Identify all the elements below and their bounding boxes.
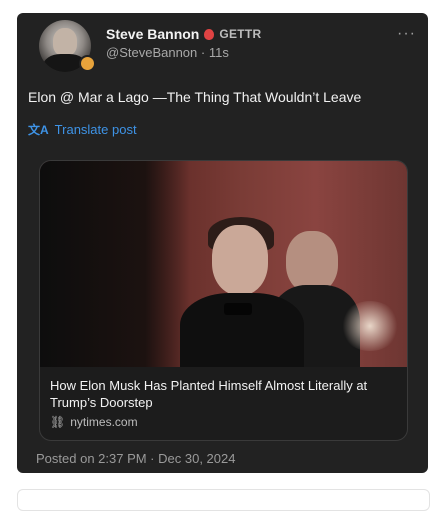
post-relative-time: 11s	[208, 45, 229, 60]
platform-badge: GETTR	[219, 27, 262, 41]
more-options-icon[interactable]: ···	[397, 25, 416, 43]
author-handle[interactable]: @SteveBannon	[106, 45, 197, 60]
translate-label: Translate post	[54, 122, 137, 137]
link-icon: ⛓	[50, 415, 66, 429]
avatar-face	[53, 28, 77, 56]
link-preview-card[interactable]: How Elon Musk Has Planted Himself Almost…	[39, 160, 408, 441]
separator-dot: ·	[200, 45, 209, 60]
link-preview-title: How Elon Musk Has Planted Himself Almost…	[50, 378, 368, 410]
post-card: Steve Bannon GETTR @SteveBannon · 11s ··…	[17, 13, 428, 473]
author-name[interactable]: Steve Bannon	[106, 26, 199, 42]
handle-row: @SteveBannon · 11s	[106, 45, 229, 60]
verified-coin-badge	[79, 55, 96, 72]
link-preview-domain-row: ⛓ nytimes.com	[50, 415, 138, 429]
translate-post-link[interactable]: 文A Translate post	[28, 121, 137, 138]
author-row: Steve Bannon GETTR	[106, 26, 262, 42]
post-text: Elon @ Mar a Lago —The Thing That Wouldn…	[28, 89, 362, 105]
article-image	[40, 161, 407, 367]
posted-timestamp: Posted on 2:37 PM · Dec 30, 2024	[36, 451, 236, 466]
link-preview-domain: nytimes.com	[70, 415, 138, 429]
translate-icon: 文A	[28, 123, 49, 137]
next-post-card-edge	[17, 489, 430, 511]
gettr-logo-icon	[204, 28, 215, 40]
